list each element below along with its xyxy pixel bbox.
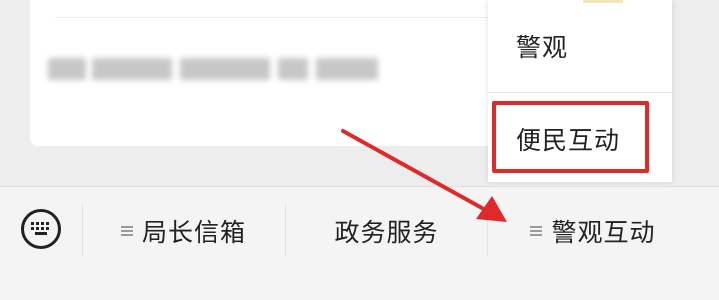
menu-lines-icon bbox=[120, 225, 133, 237]
highlight-box bbox=[492, 101, 649, 173]
menu-item-label: 警观 bbox=[516, 33, 569, 62]
tab-jingguan-hudong[interactable]: 警观互动 bbox=[488, 206, 698, 256]
card-divider bbox=[55, 17, 562, 18]
blurred-text bbox=[48, 58, 378, 80]
tab-zhengwu-fuwu[interactable]: 政务服务 bbox=[286, 206, 487, 256]
tab-label: 警观互动 bbox=[551, 218, 656, 247]
bar-divider bbox=[0, 186, 719, 187]
menu-item-jingguan[interactable]: 警观 bbox=[488, 0, 672, 92]
keyboard-icon[interactable] bbox=[21, 209, 61, 249]
tab-label: 政务服务 bbox=[334, 218, 439, 247]
tab-label: 局长信箱 bbox=[141, 218, 246, 247]
menu-lines-icon bbox=[530, 225, 543, 237]
tab-juzhang-xinxiang[interactable]: 局长信箱 bbox=[83, 206, 284, 256]
keyboard-keys bbox=[31, 222, 51, 235]
bottom-menu-bar: 局长信箱 政务服务 警观互动 bbox=[0, 186, 719, 300]
